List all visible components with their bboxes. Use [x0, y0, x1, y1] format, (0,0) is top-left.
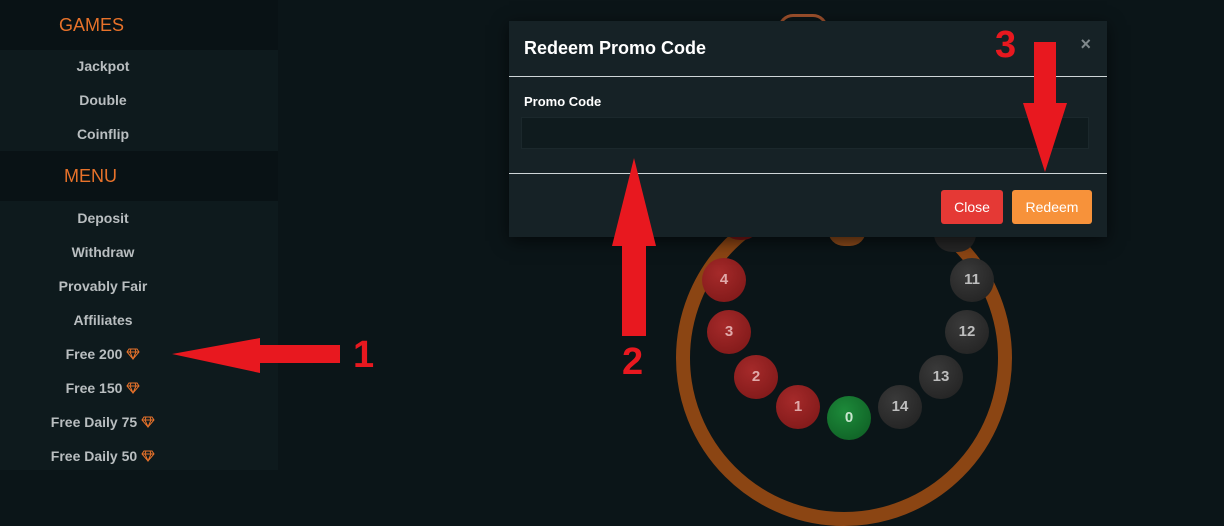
- redeem-promo-modal: Redeem Promo Code × Promo Code Close Red…: [509, 21, 1107, 237]
- wheel-ball: 4: [702, 258, 746, 302]
- annotation-number-3: 3: [995, 24, 1017, 66]
- nav-item-jackpot[interactable]: Jackpot: [0, 51, 206, 81]
- games-heading: GAMES: [59, 15, 125, 35]
- diamond-icon: [126, 382, 141, 394]
- close-icon[interactable]: ×: [1080, 34, 1091, 55]
- nav-item-free-daily-75[interactable]: Free Daily 75: [0, 407, 206, 437]
- modal-title: Redeem Promo Code: [524, 38, 707, 58]
- modal-footer: Close Redeem: [509, 173, 1107, 238]
- menu-section-header: MENU: [0, 151, 278, 201]
- nav-item-label: Free Daily 50: [50, 448, 138, 464]
- wheel-ball: 2: [734, 355, 778, 399]
- wheel-ball: 1: [776, 385, 820, 429]
- nav-item-label: Free 150: [65, 380, 123, 396]
- menu-heading: MENU: [64, 166, 117, 186]
- annotation-number-2: 2: [622, 341, 644, 383]
- nav-item-affiliates[interactable]: Affiliates: [0, 305, 206, 335]
- redeem-button[interactable]: Redeem: [1012, 190, 1092, 224]
- modal-header: Redeem Promo Code ×: [509, 21, 1107, 77]
- wheel-ball: 13: [919, 355, 963, 399]
- wheel-ball: 0: [827, 396, 871, 440]
- games-section-header: GAMES: [0, 0, 278, 50]
- close-button[interactable]: Close: [941, 190, 1003, 224]
- nav-item-provably-fair[interactable]: Provably Fair: [0, 271, 206, 301]
- diamond-icon: [141, 450, 155, 462]
- wheel-ball: 12: [945, 310, 989, 354]
- nav-item-free-daily-50[interactable]: Free Daily 50: [0, 441, 206, 471]
- wheel-ball: 11: [950, 258, 994, 302]
- wheel-ball: 14: [878, 385, 922, 429]
- nav-item-label: Free Daily 75: [50, 414, 138, 430]
- wheel-ball: 3: [707, 310, 751, 354]
- nav-item-label: Free 200: [65, 346, 123, 362]
- nav-item-deposit[interactable]: Deposit: [0, 203, 206, 233]
- nav-item-free-150[interactable]: Free 150: [0, 373, 206, 403]
- annotation-number-1: 1: [353, 334, 375, 376]
- nav-item-coinflip[interactable]: Coinflip: [0, 119, 206, 149]
- nav-item-withdraw[interactable]: Withdraw: [0, 237, 206, 267]
- sidebar: GAMES Jackpot Double Coinflip MENU Depos…: [0, 0, 278, 470]
- promo-code-label: Promo Code: [524, 94, 602, 109]
- nav-item-double[interactable]: Double: [0, 85, 206, 115]
- nav-item-free-200[interactable]: Free 200: [0, 339, 206, 369]
- diamond-icon: [126, 348, 141, 360]
- promo-code-input[interactable]: [521, 117, 1089, 149]
- diamond-icon: [141, 416, 155, 428]
